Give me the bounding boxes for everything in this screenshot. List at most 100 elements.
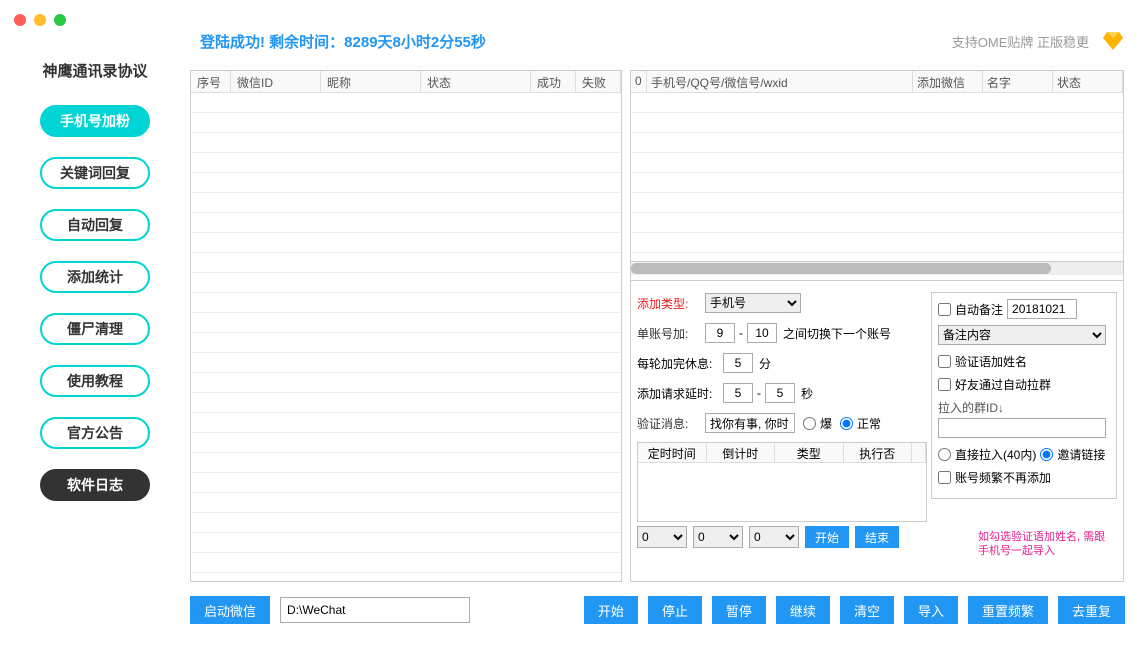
top-right: 支持OME贴牌 正版稳更	[952, 29, 1125, 53]
sidebar: 神鹰通讯录协议 手机号加粉 关键词回复 自动回复 添加统计 僵尸清理 使用教程 …	[20, 60, 170, 521]
nav-auto-reply[interactable]: 自动回复	[40, 209, 150, 241]
th-countdown[interactable]: 倒计时	[707, 443, 776, 462]
top-right-text: 支持OME贴牌 正版稳更	[952, 32, 1089, 51]
th-blank	[912, 443, 926, 462]
nav-phone-add-fans[interactable]: 手机号加粉	[40, 105, 150, 137]
config-panel: 添加类型: 手机号 单账号加: - 之间切换下一个账号 每轮加完休息: 分 添加…	[631, 286, 1123, 581]
th-time[interactable]: 定时时间	[638, 443, 707, 462]
nav-keyword-reply[interactable]: 关键词回复	[40, 157, 150, 189]
auto-remark-label: 自动备注	[955, 301, 1003, 318]
auto-remark-value[interactable]	[1007, 299, 1077, 319]
single-acc-label: 单账号加:	[637, 325, 705, 342]
close-icon[interactable]	[14, 14, 26, 26]
th-type[interactable]: 类型	[775, 443, 844, 462]
nav-software-log[interactable]: 软件日志	[40, 469, 150, 501]
group-id-input[interactable]	[938, 418, 1106, 438]
timer-hour[interactable]: 0	[637, 526, 687, 548]
delay-unit: 秒	[801, 385, 813, 402]
rest-input[interactable]	[723, 353, 753, 373]
horizontal-scrollbar[interactable]	[631, 261, 1123, 275]
verify-name-label: 验证语加姓名	[955, 353, 1027, 370]
rest-unit: 分	[759, 355, 771, 372]
col-fail[interactable]: 失败	[576, 71, 621, 92]
remark-content-select[interactable]: 备注内容	[938, 325, 1106, 345]
invite-link-label: 邀请链接	[1057, 446, 1105, 463]
single-acc-to[interactable]	[747, 323, 777, 343]
direct-pull-label: 直接拉入(40内)	[955, 446, 1036, 463]
stop-button[interactable]: 停止	[648, 596, 702, 624]
add-type-label: 添加类型:	[637, 295, 705, 312]
wechat-path-input[interactable]	[280, 597, 470, 623]
config-right: 自动备注 备注内容 验证语加姓名 好友通过自动拉群 拉入的群ID↓ 直接拉入(4…	[931, 292, 1117, 499]
start-button[interactable]: 开始	[584, 596, 638, 624]
window-controls	[14, 14, 66, 26]
timer-table: 定时时间 倒计时 类型 执行否	[637, 442, 927, 522]
verify-input[interactable]	[705, 413, 795, 433]
nav-add-stats[interactable]: 添加统计	[40, 261, 150, 293]
timer-controls: 0 0 0 开始 结束	[637, 526, 899, 548]
freq-noadd-label: 账号频繁不再添加	[955, 469, 1051, 486]
rcol-status[interactable]: 状态	[1053, 71, 1123, 92]
maximize-icon[interactable]	[54, 14, 66, 26]
timer-start-button[interactable]: 开始	[805, 526, 849, 548]
clear-button[interactable]: 清空	[840, 596, 894, 624]
delay-label: 添加请求延时:	[637, 385, 723, 402]
reset-freq-button[interactable]: 重置频繁	[968, 596, 1048, 624]
radio-bao[interactable]	[803, 417, 816, 430]
pause-button[interactable]: 暂停	[712, 596, 766, 624]
timer-end-button[interactable]: 结束	[855, 526, 899, 548]
col-status[interactable]: 状态	[421, 71, 531, 92]
verify-name-check[interactable]	[938, 355, 951, 368]
single-acc-suffix: 之间切换下一个账号	[783, 325, 891, 342]
single-acc-from[interactable]	[705, 323, 735, 343]
radio-bao-label: 爆	[820, 415, 832, 432]
auto-group-check[interactable]	[938, 378, 951, 391]
col-nick[interactable]: 昵称	[321, 71, 421, 92]
main-table-body[interactable]	[191, 93, 621, 581]
invite-link-radio[interactable]	[1040, 448, 1053, 461]
delay-from[interactable]	[723, 383, 753, 403]
resume-button[interactable]: 继续	[776, 596, 830, 624]
group-id-label: 拉入的群ID↓	[938, 399, 1110, 416]
dedup-button[interactable]: 去重复	[1058, 596, 1125, 624]
top-bar: 登陆成功! 剩余时间：8289天8小时2分55秒 支持OME贴牌 正版稳更	[200, 26, 1125, 56]
right-panel: 0 手机号/QQ号/微信号/wxid 添加微信 名字 状态 添加类型: 手机号 …	[630, 70, 1124, 582]
nav-zombie-clean[interactable]: 僵尸清理	[40, 313, 150, 345]
col-wxid[interactable]: 微信ID	[231, 71, 321, 92]
rest-label: 每轮加完休息:	[637, 355, 723, 372]
bottom-bar: 启动微信 开始 停止 暂停 继续 清空 导入 重置频繁 去重复	[190, 590, 1125, 630]
freq-noadd-check[interactable]	[938, 471, 951, 484]
minimize-icon[interactable]	[34, 14, 46, 26]
th-exec[interactable]: 执行否	[844, 443, 913, 462]
rcol-name[interactable]: 名字	[983, 71, 1053, 92]
verify-label: 验证消息:	[637, 415, 705, 432]
radio-normal-label: 正常	[857, 415, 881, 432]
delay-to[interactable]	[765, 383, 795, 403]
add-type-select[interactable]: 手机号	[705, 293, 801, 313]
diamond-icon	[1101, 29, 1125, 53]
direct-pull-radio[interactable]	[938, 448, 951, 461]
right-table: 0 手机号/QQ号/微信号/wxid 添加微信 名字 状态	[631, 71, 1123, 281]
col-ok[interactable]: 成功	[531, 71, 576, 92]
auto-group-label: 好友通过自动拉群	[955, 376, 1051, 393]
scrollbar-thumb[interactable]	[631, 263, 1051, 274]
main-table-header: 序号 微信ID 昵称 状态 成功 失败	[191, 71, 621, 93]
import-button[interactable]: 导入	[904, 596, 958, 624]
auto-remark-check[interactable]	[938, 303, 951, 316]
start-wechat-button[interactable]: 启动微信	[190, 596, 270, 624]
radio-normal[interactable]	[840, 417, 853, 430]
right-table-header: 0 手机号/QQ号/微信号/wxid 添加微信 名字 状态	[631, 71, 1123, 93]
nav-tutorial[interactable]: 使用教程	[40, 365, 150, 397]
timer-sec[interactable]: 0	[749, 526, 799, 548]
app-title: 神鹰通讯录协议	[20, 60, 170, 81]
config-left: 添加类型: 手机号 单账号加: - 之间切换下一个账号 每轮加完休息: 分 添加…	[637, 292, 927, 442]
nav-announce[interactable]: 官方公告	[40, 417, 150, 449]
rcol-index[interactable]: 0	[631, 71, 647, 92]
col-seq[interactable]: 序号	[191, 71, 231, 92]
login-status: 登陆成功! 剩余时间：8289天8小时2分55秒	[200, 31, 486, 52]
timer-min[interactable]: 0	[693, 526, 743, 548]
rcol-phone[interactable]: 手机号/QQ号/微信号/wxid	[647, 71, 913, 92]
right-table-body[interactable]	[631, 93, 1123, 261]
hint-text: 如勾选验证语加姓名, 需跟手机号一起导入	[978, 530, 1113, 559]
rcol-addwx[interactable]: 添加微信	[913, 71, 983, 92]
